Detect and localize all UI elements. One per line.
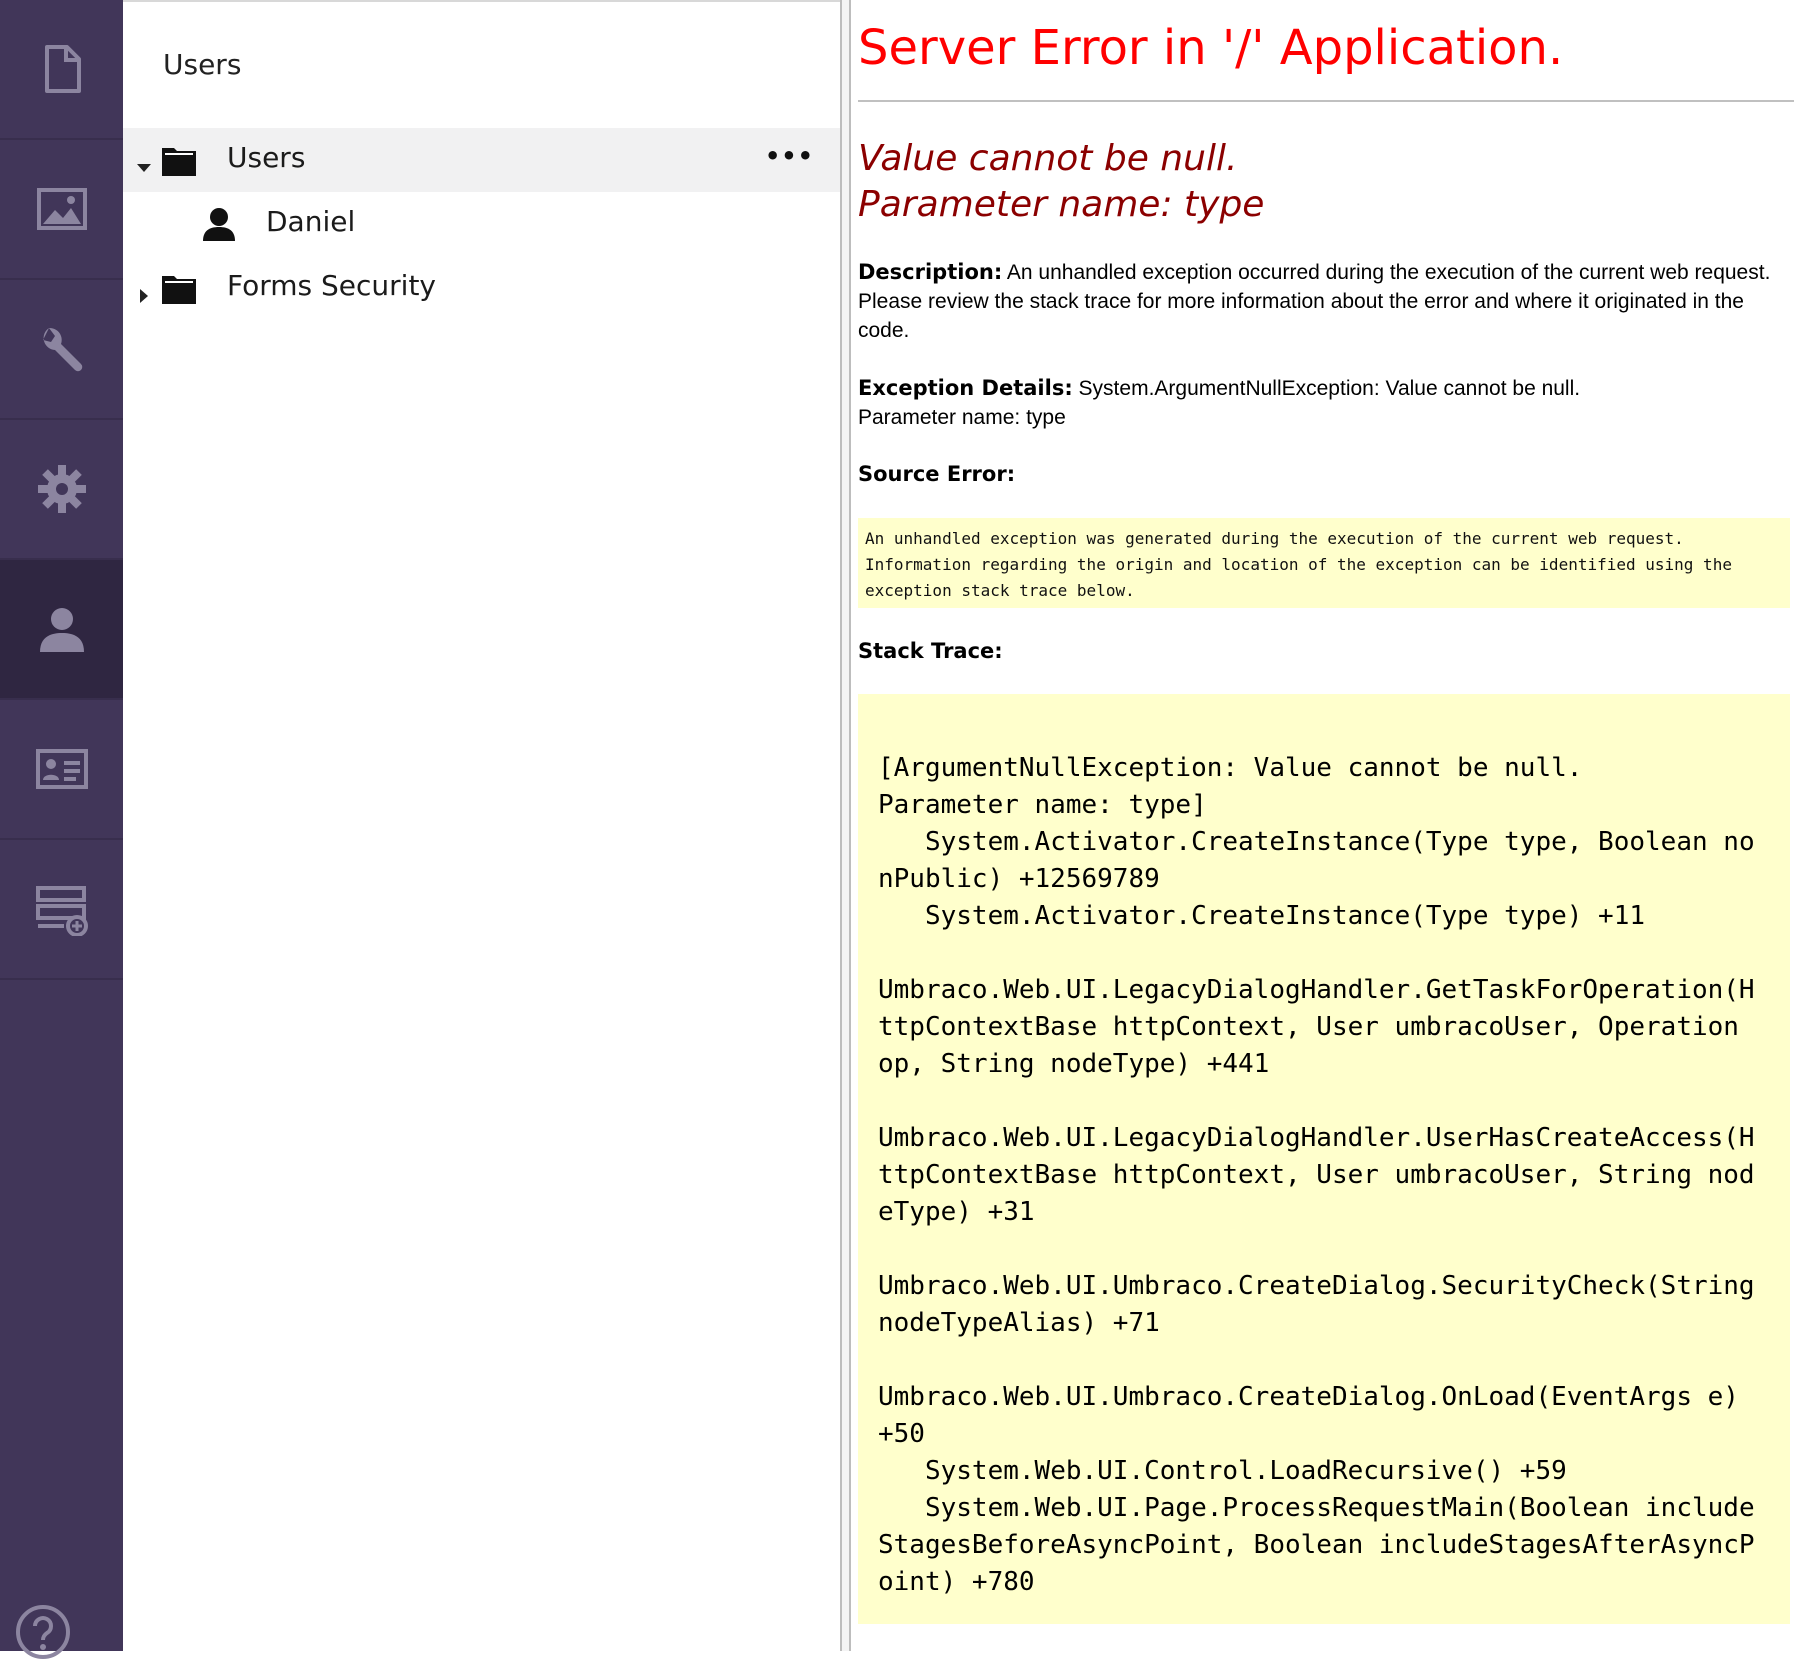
description-label: Description: [858, 260, 1003, 284]
stack-trace-box: [ArgumentNullException: Value cannot be … [858, 694, 1790, 1624]
tree-node-forms-security[interactable]: Forms Security [123, 256, 840, 320]
caret-down-icon[interactable] [135, 151, 153, 172]
document-icon [35, 42, 89, 96]
error-message-line2: Parameter name: type [858, 184, 1265, 225]
tree-node-label: Daniel [266, 205, 356, 238]
form-add-icon [35, 882, 89, 936]
section-rail [0, 0, 123, 1659]
rail-item-users[interactable] [0, 560, 123, 700]
error-message: Value cannot be null. Parameter name: ty… [858, 136, 1264, 228]
source-error-label: Source Error: [858, 462, 1016, 486]
panel-splitter[interactable] [840, 0, 851, 1651]
error-page: Server Error in '/' Application. Value c… [858, 0, 1794, 1651]
tree-panel: Users Users ••• Daniel Forms Security [123, 0, 840, 1653]
caret-right-icon[interactable] [135, 279, 153, 303]
rail-item-media[interactable] [0, 140, 123, 280]
error-message-line1: Value cannot be null. [858, 138, 1238, 179]
error-title: Server Error in '/' Application. [858, 20, 1564, 76]
rail-item-members[interactable] [0, 700, 123, 840]
help-button[interactable] [13, 1602, 73, 1662]
wrench-icon [35, 322, 89, 376]
rail-item-content[interactable] [0, 0, 123, 140]
divider [858, 100, 1794, 102]
user-icon [201, 207, 237, 241]
gear-icon [35, 462, 89, 516]
id-card-icon [35, 742, 89, 796]
exception-label: Exception Details: [858, 376, 1073, 400]
exception-details: Exception Details: System.ArgumentNullEx… [858, 374, 1778, 432]
folder-icon [161, 271, 197, 305]
exception-text: System.ArgumentNullException: Value cann… [1072, 377, 1581, 400]
tree-title: Users [163, 48, 242, 81]
folder-icon [161, 143, 197, 177]
user-icon [35, 602, 89, 656]
tree-node-users[interactable]: Users ••• [123, 128, 840, 192]
more-actions-button[interactable]: ••• [765, 142, 814, 170]
tree-node-label: Forms Security [227, 269, 437, 302]
rail-item-settings[interactable] [0, 420, 123, 560]
description: Description: An unhandled exception occu… [858, 258, 1778, 345]
tree-node-daniel[interactable]: Daniel [123, 192, 840, 256]
rail-item-forms[interactable] [0, 840, 123, 980]
source-error-box: An unhandled exception was generated dur… [858, 518, 1790, 608]
image-icon [35, 182, 89, 236]
stack-trace-label: Stack Trace: [858, 639, 1003, 663]
tree-node-label: Users [227, 141, 306, 174]
help-icon [13, 1605, 73, 1666]
rail-item-developer[interactable] [0, 280, 123, 420]
exception-text-line2: Parameter name: type [858, 406, 1066, 429]
